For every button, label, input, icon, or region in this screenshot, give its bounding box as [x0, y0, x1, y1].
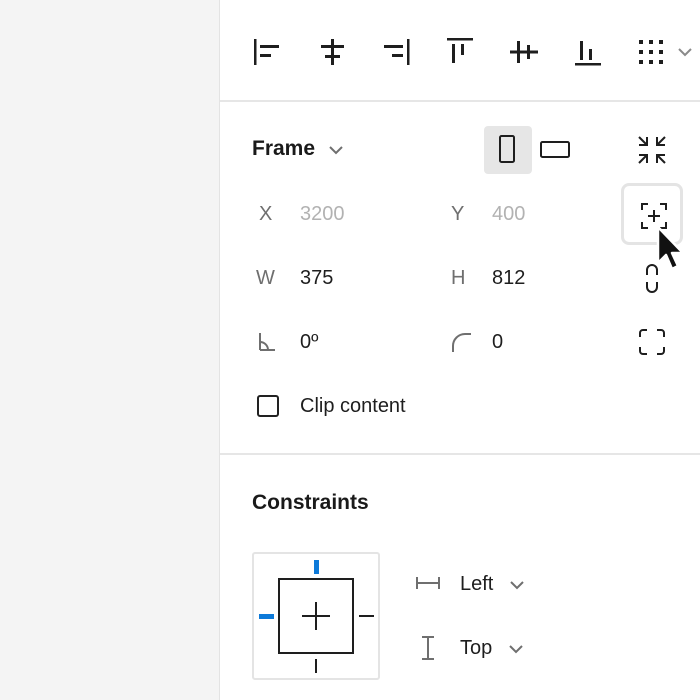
- y-input[interactable]: 400: [492, 203, 525, 226]
- align-right-icon[interactable]: [382, 38, 412, 66]
- align-left-icon[interactable]: [252, 38, 282, 66]
- align-horizontal-center-icon[interactable]: [318, 38, 348, 66]
- vertical-constraint-icon: [421, 636, 435, 660]
- horizontal-constraint-icon: [416, 575, 440, 591]
- collapse-icon[interactable]: [638, 136, 666, 164]
- constraint-widget[interactable]: [252, 552, 380, 680]
- vertical-constraint-select[interactable]: Top: [460, 637, 492, 660]
- h-label: H: [451, 267, 466, 289]
- clip-content-checkbox[interactable]: [257, 395, 279, 417]
- x-input[interactable]: 3200: [300, 203, 345, 226]
- rotation-input[interactable]: 0º: [300, 331, 318, 354]
- radius-input[interactable]: 0: [492, 331, 503, 354]
- x-label: X: [259, 203, 273, 225]
- rotation-icon: [258, 332, 276, 352]
- width-input[interactable]: 375: [300, 267, 333, 290]
- constraint-top-active: [314, 560, 319, 574]
- grid-dots-icon[interactable]: [638, 39, 666, 67]
- chevron-down-icon[interactable]: [678, 47, 692, 57]
- chevron-down-icon[interactable]: [509, 644, 523, 654]
- canvas-area[interactable]: [0, 0, 219, 700]
- corners-icon[interactable]: [639, 329, 665, 355]
- constraint-left-active: [259, 614, 274, 619]
- y-label: Y: [451, 203, 465, 225]
- clip-content-label[interactable]: Clip content: [300, 395, 406, 418]
- align-vertical-center-icon[interactable]: [509, 38, 539, 66]
- landscape-icon[interactable]: [540, 141, 572, 161]
- w-label: W: [256, 267, 275, 289]
- height-input[interactable]: 812: [492, 267, 525, 290]
- chevron-down-icon[interactable]: [510, 580, 524, 590]
- align-top-icon[interactable]: [445, 37, 475, 67]
- portrait-orientation-button[interactable]: [484, 126, 532, 174]
- frame-title[interactable]: Frame: [252, 137, 315, 161]
- chevron-down-icon[interactable]: [328, 145, 344, 155]
- horizontal-constraint-select[interactable]: Left: [460, 573, 493, 596]
- section-divider: [220, 453, 700, 455]
- section-divider: [220, 100, 700, 102]
- corner-radius-icon: [452, 333, 472, 353]
- portrait-icon: [499, 135, 517, 165]
- align-bottom-icon[interactable]: [573, 37, 603, 67]
- cursor-arrow-icon: [656, 225, 686, 275]
- constraints-title: Constraints: [252, 491, 369, 514]
